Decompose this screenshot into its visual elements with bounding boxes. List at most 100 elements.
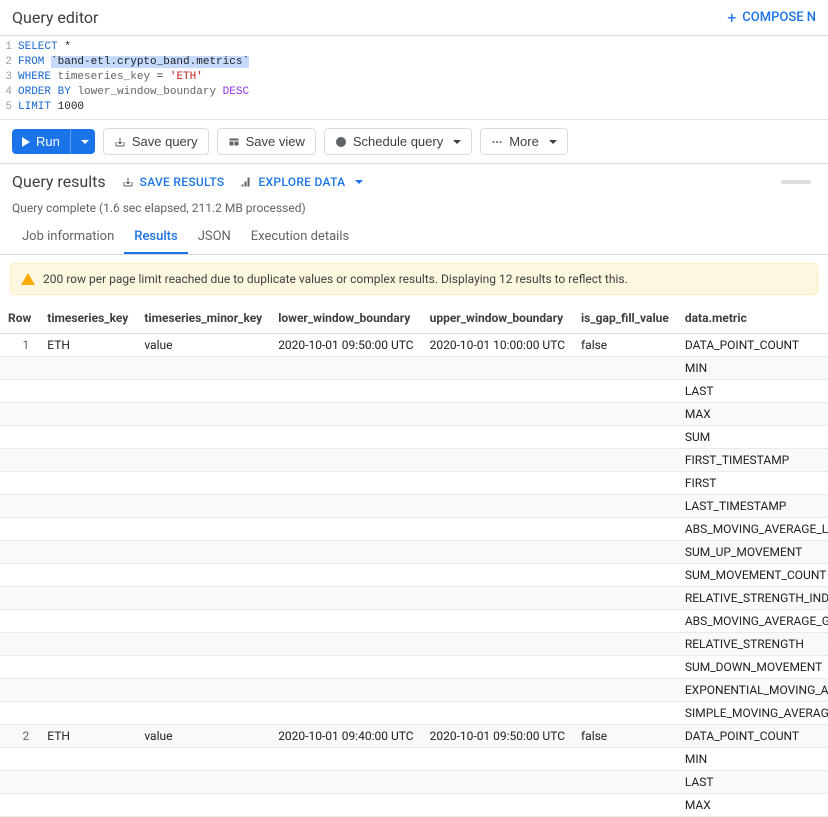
table-row: RELATIVE_STRENGTH_INDICATORnull53.517299… bbox=[0, 587, 828, 610]
table-row: EXPONENTIAL_MOVING_AVERAGEnull367.890898… bbox=[0, 679, 828, 702]
column-header[interactable]: timeseries_key bbox=[39, 303, 136, 334]
caret-down-icon bbox=[81, 140, 89, 144]
cell: SUM_MOVEMENT_COUNT bbox=[677, 564, 828, 587]
table-row: MAXnull368.1207nullnullnull bbox=[0, 794, 828, 817]
table-row: ABS_MOVING_AVERAGE_GAINnull0.08533333333… bbox=[0, 610, 828, 633]
cell: false bbox=[573, 725, 677, 748]
save-view-icon bbox=[228, 136, 240, 148]
column-header[interactable]: data.metric bbox=[677, 303, 828, 334]
download-icon bbox=[114, 136, 126, 148]
cell: MIN bbox=[677, 357, 828, 380]
cell: LAST bbox=[677, 380, 828, 403]
cell: RELATIVE_STRENGTH_INDICATOR bbox=[677, 587, 828, 610]
table-row: 2ETHvalue2020-10-01 09:40:00 UTC2020-10-… bbox=[0, 725, 828, 748]
cell: ABS_MOVING_AVERAGE_GAIN bbox=[677, 610, 828, 633]
cell: DATA_POINT_COUNT bbox=[677, 725, 828, 748]
cell: 2020-10-01 10:00:00 UTC bbox=[422, 334, 573, 357]
schedule-query-button[interactable]: Schedule query bbox=[324, 128, 472, 155]
cell: SUM bbox=[677, 426, 828, 449]
caret-down-icon bbox=[355, 180, 363, 184]
more-button[interactable]: More bbox=[480, 128, 568, 155]
cell: ETH bbox=[39, 725, 136, 748]
cell: value bbox=[136, 334, 270, 357]
explore-data-button[interactable]: EXPLORE DATA bbox=[240, 175, 363, 189]
cell: 2 bbox=[0, 725, 39, 748]
tab-job-information[interactable]: Job information bbox=[12, 221, 124, 254]
column-header[interactable]: Row bbox=[0, 303, 39, 334]
column-header[interactable]: is_gap_fill_value bbox=[573, 303, 677, 334]
table-row: MAXnull368.03nullnullnull bbox=[0, 403, 828, 426]
table-row: SUM_UP_MOVEMENTnull0.5119999999999436nul… bbox=[0, 541, 828, 564]
table-row: RELATIVE_STRENGTHnull1.1513379806611101n… bbox=[0, 633, 828, 656]
page-title: Query editor bbox=[12, 8, 98, 27]
caret-down-icon bbox=[453, 140, 461, 144]
run-dropdown-button[interactable] bbox=[70, 129, 95, 154]
compose-new-button[interactable]: COMPOSE N bbox=[727, 8, 816, 27]
table-row: ABS_MOVING_AVERAGE_LOSSnull0.07411666666… bbox=[0, 518, 828, 541]
cell: ABS_MOVING_AVERAGE_LOSS bbox=[677, 518, 828, 541]
cell: 2020-10-01 09:50:00 UTC bbox=[422, 725, 573, 748]
table-row: LASTnull368.1207nullnullnull bbox=[0, 771, 828, 794]
cell: FIRST_TIMESTAMP bbox=[677, 449, 828, 472]
play-icon bbox=[22, 137, 30, 147]
download-icon bbox=[122, 176, 134, 188]
tab-execution-details[interactable]: Execution details bbox=[241, 221, 359, 254]
cell: 2020-10-01 09:40:00 UTC bbox=[270, 725, 421, 748]
table-row: SUM_DOWN_MOVEMENTnull-0.4446999999999548… bbox=[0, 656, 828, 679]
cell: LAST bbox=[677, 771, 828, 794]
table-row: MINnull367.53nullnullnull bbox=[0, 357, 828, 380]
more-label: More bbox=[509, 134, 539, 149]
cell: SUM_DOWN_MOVEMENT bbox=[677, 656, 828, 679]
more-icon bbox=[491, 136, 503, 148]
results-tabs: Job informationResultsJSONExecution deta… bbox=[0, 221, 828, 255]
run-button-label: Run bbox=[36, 134, 60, 149]
results-title: Query results bbox=[12, 172, 106, 191]
save-view-button[interactable]: Save view bbox=[217, 128, 316, 155]
table-row: MINnull367.69nullnullnull bbox=[0, 748, 828, 771]
tab-json[interactable]: JSON bbox=[188, 221, 241, 254]
save-view-label: Save view bbox=[246, 134, 305, 149]
column-header[interactable]: timeseries_minor_key bbox=[136, 303, 270, 334]
tab-results[interactable]: Results bbox=[124, 221, 187, 254]
table-row: SUMnull5515.0993nullnullnull bbox=[0, 426, 828, 449]
table-row: FIRSTnull368.03nullnullnull bbox=[0, 472, 828, 495]
explore-data-label: EXPLORE DATA bbox=[258, 175, 345, 189]
run-button[interactable]: Run bbox=[12, 129, 70, 154]
cell: value bbox=[136, 725, 270, 748]
cell: MAX bbox=[677, 403, 828, 426]
cell: false bbox=[573, 334, 677, 357]
warning-icon bbox=[21, 273, 35, 285]
query-completion-info: Query complete (1.6 sec elapsed, 211.2 M… bbox=[0, 199, 828, 221]
warning-banner: 200 row per page limit reached due to du… bbox=[10, 263, 818, 295]
sql-editor[interactable]: 1SELECT *2FROM `band-etl.crypto_band.met… bbox=[0, 36, 828, 120]
schedule-icon bbox=[335, 136, 347, 148]
table-row: LASTnull367.8573nullnullnull bbox=[0, 380, 828, 403]
cell: EXPONENTIAL_MOVING_AVERAGE bbox=[677, 679, 828, 702]
cell: RELATIVE_STRENGTH bbox=[677, 633, 828, 656]
cell: FIRST bbox=[677, 472, 828, 495]
save-query-button[interactable]: Save query bbox=[103, 128, 209, 155]
toolbar: Run Save query Save view Schedule query … bbox=[0, 120, 828, 164]
results-table: Rowtimeseries_keytimeseries_minor_keylow… bbox=[0, 303, 828, 817]
column-header[interactable]: lower_window_boundary bbox=[270, 303, 421, 334]
cell: DATA_POINT_COUNT bbox=[677, 334, 828, 357]
table-row: SIMPLE_MOVING_AVERAGEnull367.73598990109… bbox=[0, 702, 828, 725]
caret-down-icon bbox=[549, 140, 557, 144]
cell: ETH bbox=[39, 334, 136, 357]
cell: LAST_TIMESTAMP bbox=[677, 495, 828, 518]
cell: 1 bbox=[0, 334, 39, 357]
save-results-button[interactable]: SAVE RESULTS bbox=[122, 175, 225, 189]
cell: SUM_UP_MOVEMENT bbox=[677, 541, 828, 564]
warning-text: 200 row per page limit reached due to du… bbox=[43, 272, 628, 286]
table-row: FIRST_TIMESTAMPnullnullnullnull160154585… bbox=[0, 449, 828, 472]
resizer-handle[interactable] bbox=[776, 176, 816, 188]
cell: SIMPLE_MOVING_AVERAGE bbox=[677, 702, 828, 725]
save-results-label: SAVE RESULTS bbox=[140, 175, 225, 189]
cell: 2020-10-01 09:50:00 UTC bbox=[270, 334, 421, 357]
schedule-query-label: Schedule query bbox=[353, 134, 443, 149]
cell: MIN bbox=[677, 748, 828, 771]
explore-icon bbox=[240, 176, 252, 188]
table-row: SUM_MOVEMENT_COUNTnullnull6nullnull bbox=[0, 564, 828, 587]
save-query-label: Save query bbox=[132, 134, 198, 149]
column-header[interactable]: upper_window_boundary bbox=[422, 303, 573, 334]
